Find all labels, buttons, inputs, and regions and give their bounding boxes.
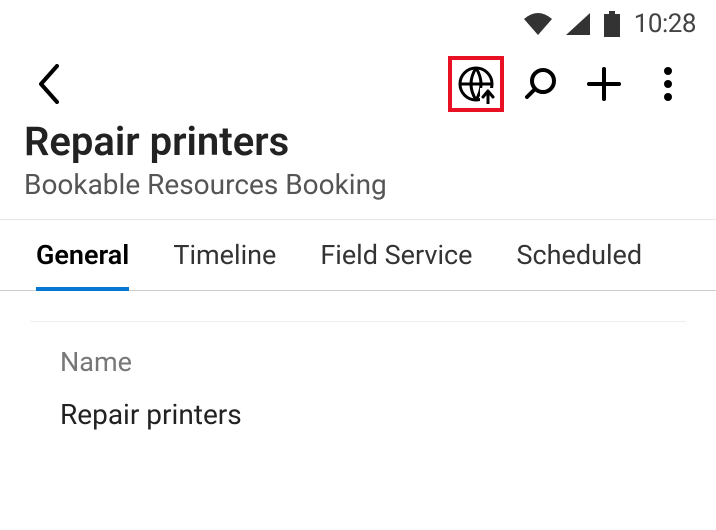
tab-timeline[interactable]: Timeline (151, 220, 298, 290)
tab-field-service[interactable]: Field Service (298, 220, 494, 290)
app-bar (0, 48, 716, 120)
field-value: Repair printers (60, 398, 656, 431)
tab-label: Field Service (320, 239, 472, 271)
cellular-icon (566, 13, 590, 35)
overflow-button[interactable] (640, 56, 696, 112)
header: Repair printers Bookable Resources Booki… (0, 120, 716, 219)
sync-button[interactable] (448, 56, 504, 112)
globe-upload-icon (456, 64, 496, 104)
tab-label: General (36, 239, 129, 271)
search-button[interactable] (512, 56, 568, 112)
overflow-icon (663, 66, 673, 102)
wifi-icon (524, 13, 552, 35)
tab-label: Scheduled (517, 239, 643, 271)
tab-scheduled[interactable]: Scheduled (495, 220, 665, 290)
field-label: Name (60, 346, 656, 378)
back-button[interactable] (20, 56, 76, 112)
plus-icon (585, 65, 623, 103)
clock-text: 10:28 (634, 9, 696, 39)
page-subtitle: Bookable Resources Booking (24, 168, 692, 201)
back-icon (35, 64, 61, 104)
page-title: Repair printers (24, 120, 692, 164)
form-area: Name Repair printers (0, 291, 716, 431)
tab-bar: General Timeline Field Service Scheduled (0, 219, 716, 291)
tab-label: Timeline (173, 239, 276, 271)
tab-general[interactable]: General (14, 220, 151, 290)
battery-icon (604, 11, 620, 37)
add-button[interactable] (576, 56, 632, 112)
field-name[interactable]: Name Repair printers (30, 321, 686, 431)
status-bar: 10:28 (0, 0, 716, 48)
search-icon (521, 65, 559, 103)
